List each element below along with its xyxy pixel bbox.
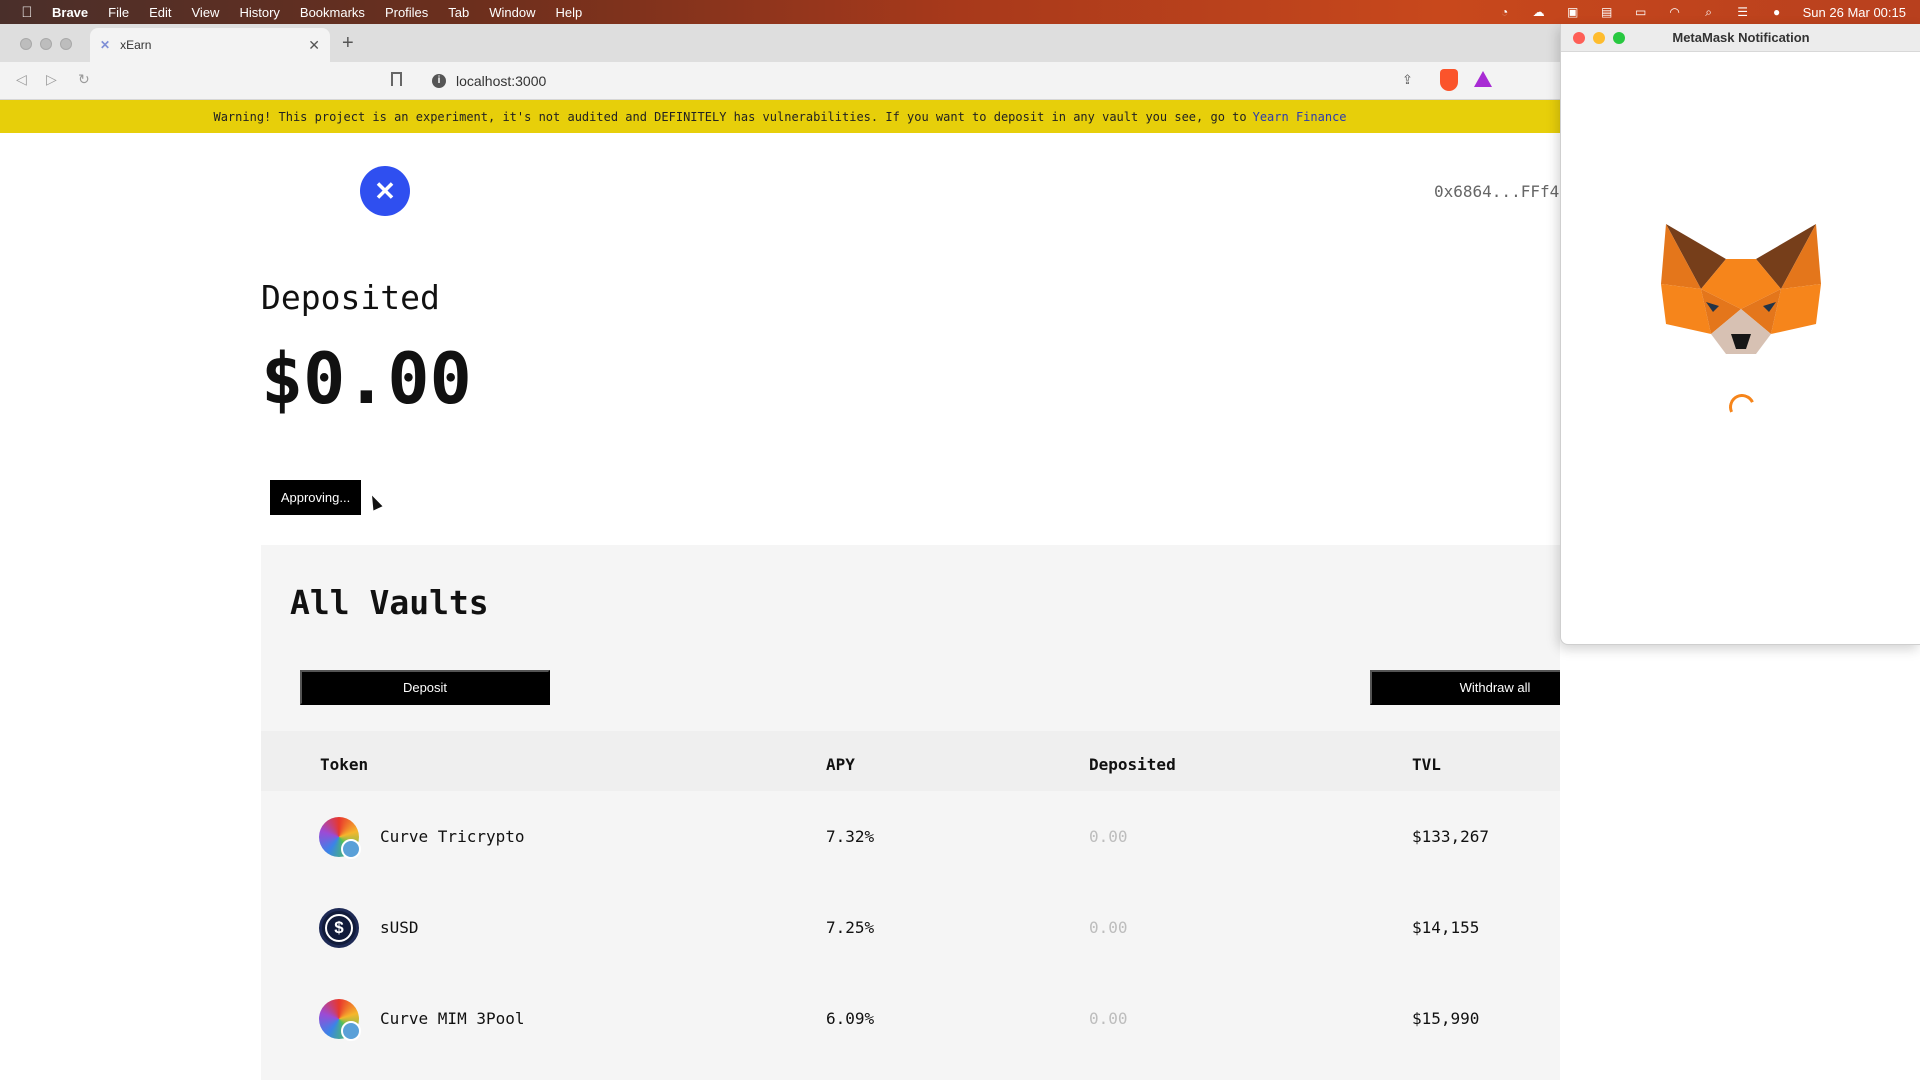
menu-file[interactable]: File (108, 5, 129, 20)
menu-help[interactable]: Help (556, 5, 583, 20)
menu-edit[interactable]: Edit (149, 5, 171, 20)
column-token[interactable]: Token (320, 755, 368, 774)
token-apy: 7.32% (826, 827, 875, 846)
column-deposited[interactable]: Deposited (1089, 755, 1176, 774)
metamask-minimize-button[interactable] (1593, 32, 1605, 44)
menubar-clock[interactable]: Sun 26 Mar 00:15 (1803, 5, 1906, 20)
vaults-table-header: Token APY Deposited TVL (261, 731, 1560, 791)
page-content: Warning! This project is an experiment, … (0, 100, 1560, 1080)
loading-spinner-icon (1725, 390, 1759, 424)
window-zoom-button[interactable] (60, 38, 72, 50)
battery-icon[interactable]: ▭ (1633, 5, 1649, 19)
window-close-button[interactable] (20, 38, 32, 50)
token-deposited: 0.00 (1089, 1009, 1128, 1028)
token-apy: 7.25% (826, 918, 875, 937)
token-deposited: 0.00 (1089, 827, 1128, 846)
siri-icon[interactable]: ● (1769, 5, 1785, 19)
metamask-titlebar: MetaMask Notification (1561, 24, 1920, 52)
bookmark-icon[interactable] (391, 72, 402, 86)
control-center-icon[interactable]: ☰ (1735, 5, 1751, 19)
token-name: sUSD (380, 918, 419, 937)
mouse-cursor-icon (367, 493, 383, 511)
reload-icon[interactable]: ↻ (78, 71, 90, 88)
site-info-icon[interactable]: i (432, 74, 446, 88)
window-icon[interactable]: ▣ (1565, 5, 1581, 19)
tab-close-icon[interactable]: ✕ (308, 37, 320, 54)
token-tvl: $14,155 (1412, 918, 1480, 937)
address-bar[interactable]: i localhost:3000 (420, 67, 1420, 95)
menu-bookmarks[interactable]: Bookmarks (300, 5, 365, 20)
menu-history[interactable]: History (239, 5, 279, 20)
wifi-icon[interactable]: ◠ (1667, 5, 1683, 19)
token-name: Curve Tricrypto (380, 827, 525, 846)
menu-tab[interactable]: Tab (448, 5, 469, 20)
new-tab-button[interactable]: + (342, 32, 354, 55)
deposited-title: Deposited (261, 278, 440, 317)
tab-title: xEarn (120, 38, 152, 52)
menu-brave[interactable]: Brave (52, 5, 88, 20)
token-tvl: $133,267 (1412, 827, 1490, 846)
table-row[interactable]: $ sUSD 7.25% 0.00 $14,155 (261, 882, 1560, 972)
approving-button[interactable]: Approving... (270, 480, 361, 515)
share-icon[interactable]: ⇪ (1402, 72, 1413, 88)
token-tvl: $15,990 (1412, 1009, 1480, 1028)
calendar-icon[interactable]: ▤ (1599, 5, 1615, 19)
macos-menubar:  Brave File Edit View History Bookmarks… (0, 0, 1920, 24)
column-apy[interactable]: APY (826, 755, 855, 774)
menu-view[interactable]: View (192, 5, 220, 20)
brave-shields-icon[interactable] (1440, 69, 1458, 91)
metamask-title: MetaMask Notification (1672, 30, 1810, 45)
brave-rewards-icon[interactable] (1474, 71, 1492, 87)
xearn-logo-icon[interactable]: ✕ (360, 166, 410, 216)
browser-toolbar: ◁ ▷ ↻ i localhost:3000 ⇪ (0, 62, 1560, 100)
warning-text: Warning! This project is an experiment, … (213, 109, 1247, 124)
column-tvl[interactable]: TVL (1412, 755, 1441, 774)
deposited-value: $0.00 (261, 338, 472, 420)
apple-icon[interactable]:  (14, 4, 40, 21)
curve-mim-icon (319, 999, 361, 1041)
warning-banner: Warning! This project is an experiment, … (0, 100, 1560, 133)
withdraw-all-button[interactable]: Withdraw all (1370, 670, 1560, 705)
yearn-finance-link[interactable]: Yearn Finance (1253, 110, 1347, 124)
table-row[interactable]: Curve Tricrypto 7.32% 0.00 $133,267 (261, 791, 1560, 881)
susd-icon: $ (319, 908, 359, 948)
xearn-favicon-icon: ✕ (100, 38, 111, 52)
menu-window[interactable]: Window (489, 5, 535, 20)
table-row[interactable]: Curve MIM 3Pool 6.09% 0.00 $15,990 (261, 973, 1560, 1063)
deposit-button[interactable]: Deposit (300, 670, 550, 705)
url-text: localhost:3000 (456, 73, 547, 89)
tab-xearn[interactable]: ✕ xEarn ✕ (90, 28, 330, 62)
window-minimize-button[interactable] (40, 38, 52, 50)
browser-tabbar: ✕ xEarn ✕ + (0, 24, 1560, 62)
wallet-address[interactable]: 0x6864...FFf4 (1434, 182, 1559, 201)
forward-icon[interactable]: ▷ (46, 71, 57, 88)
menu-profiles[interactable]: Profiles (385, 5, 428, 20)
metamask-zoom-button[interactable] (1613, 32, 1625, 44)
token-apy: 6.09% (826, 1009, 875, 1028)
back-icon[interactable]: ◁ (16, 71, 27, 88)
cloud-icon[interactable]: ☁ (1531, 5, 1547, 19)
token-name: Curve MIM 3Pool (380, 1009, 525, 1028)
status-app-icon[interactable]: ◔ (1497, 5, 1513, 19)
curve-tricrypto-icon (319, 817, 361, 859)
metamask-fox-icon (1661, 224, 1821, 354)
token-deposited: 0.00 (1089, 918, 1128, 937)
vaults-panel: All Vaults Deposit Withdraw all Token AP… (261, 545, 1560, 1080)
metamask-window: MetaMask Notification (1560, 24, 1920, 645)
search-icon[interactable]: ⌕ (1701, 5, 1717, 19)
metamask-close-button[interactable] (1573, 32, 1585, 44)
vaults-title: All Vaults (290, 583, 489, 622)
